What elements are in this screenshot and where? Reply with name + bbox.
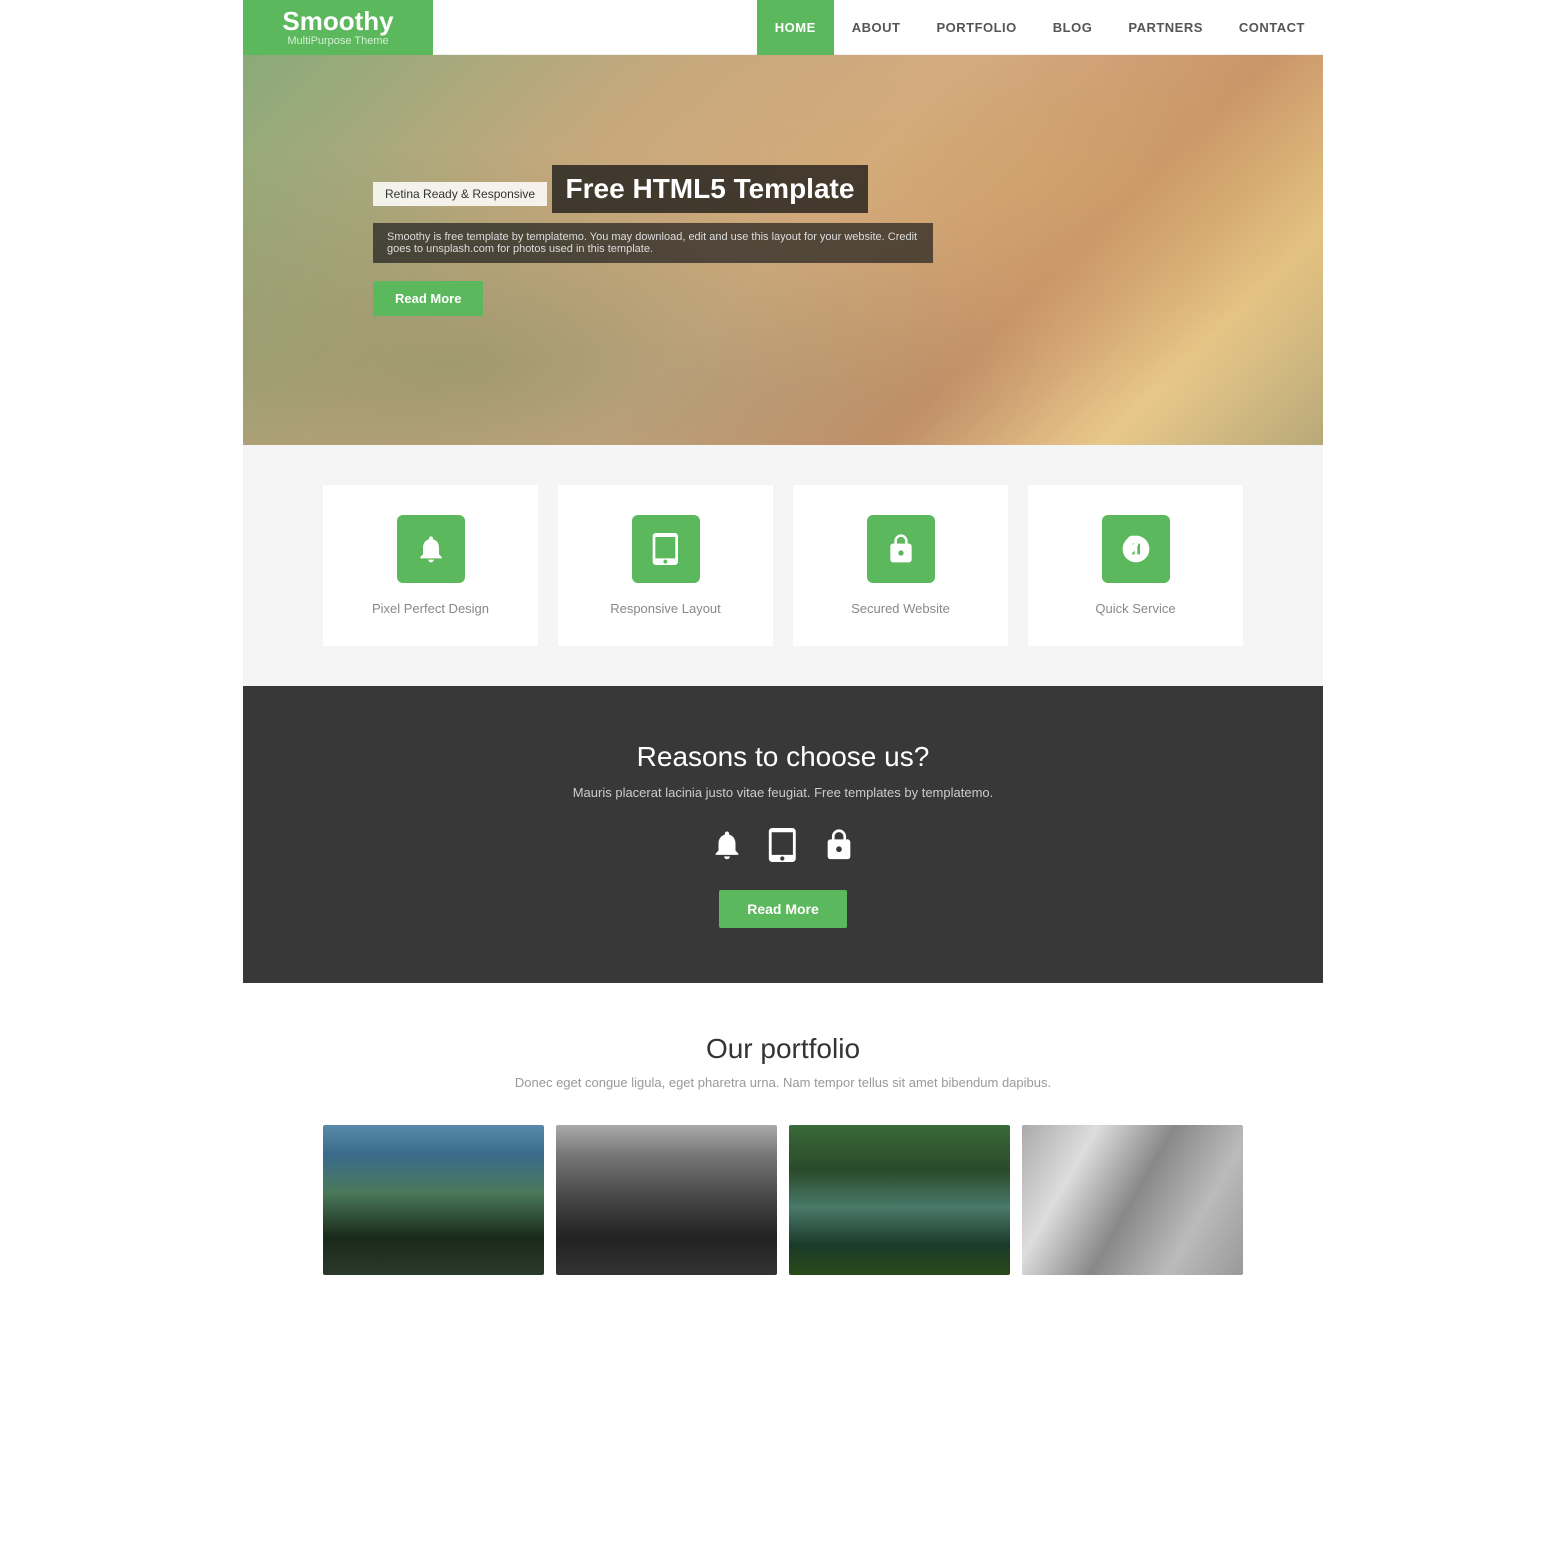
reasons-title: Reasons to choose us?: [283, 741, 1283, 773]
reasons-lock-icon: [822, 828, 856, 862]
reasons-section: Reasons to choose us? Mauris placerat la…: [243, 686, 1323, 983]
hero-badge: Retina Ready & Responsive: [373, 182, 547, 206]
rocket-icon: [1120, 533, 1152, 565]
nav-portfolio[interactable]: PORTFOLIO: [918, 0, 1034, 55]
reasons-icons: [283, 828, 1283, 862]
feature-secured: Secured Website: [793, 485, 1008, 646]
bell-icon: [415, 533, 447, 565]
main-nav: HOME ABOUT PORTFOLIO BLOG PARTNERS CONTA…: [757, 0, 1323, 55]
portfolio-section: Our portfolio Donec eget congue ligula, …: [243, 983, 1323, 1335]
logo[interactable]: Smoothy MultiPurpose Theme: [243, 0, 433, 55]
portfolio-description: Donec eget congue ligula, eget pharetra …: [323, 1075, 1243, 1090]
portfolio-item-2[interactable]: [556, 1125, 777, 1275]
feature-tablet-icon-box: [632, 515, 700, 583]
reasons-bell-icon: [710, 828, 744, 862]
logo-title: Smoothy: [282, 7, 393, 36]
nav-about[interactable]: ABOUT: [834, 0, 919, 55]
portfolio-image-3: [789, 1125, 1010, 1275]
logo-subtitle: MultiPurpose Theme: [287, 35, 388, 47]
portfolio-title: Our portfolio: [323, 1033, 1243, 1065]
reasons-tablet-icon: [766, 828, 800, 862]
feature-pixel-label: Pixel Perfect Design: [372, 601, 489, 616]
portfolio-image-1: [323, 1125, 544, 1275]
feature-responsive: Responsive Layout: [558, 485, 773, 646]
portfolio-item-3[interactable]: [789, 1125, 1010, 1275]
tablet-icon: [650, 533, 682, 565]
lock-icon: [885, 533, 917, 565]
feature-quick-label: Quick Service: [1095, 601, 1175, 616]
feature-responsive-label: Responsive Layout: [610, 601, 721, 616]
reasons-description: Mauris placerat lacinia justo vitae feug…: [283, 785, 1283, 800]
feature-pixel-perfect: Pixel Perfect Design: [323, 485, 538, 646]
hero-section: Retina Ready & Responsive Free HTML5 Tem…: [243, 55, 1323, 445]
header: Smoothy MultiPurpose Theme HOME ABOUT PO…: [243, 0, 1323, 55]
hero-description: Smoothy is free template by templatemo. …: [373, 223, 933, 263]
hero-read-more-button[interactable]: Read More: [373, 281, 483, 316]
reasons-read-more-button[interactable]: Read More: [719, 890, 847, 928]
feature-lock-icon-box: [867, 515, 935, 583]
portfolio-item-1[interactable]: [323, 1125, 544, 1275]
portfolio-grid: [323, 1125, 1243, 1275]
features-section: Pixel Perfect Design Responsive Layout S…: [243, 445, 1323, 686]
feature-quick-service: Quick Service: [1028, 485, 1243, 646]
hero-title: Free HTML5 Template: [552, 165, 869, 213]
portfolio-image-2: [556, 1125, 777, 1275]
portfolio-item-4[interactable]: [1022, 1125, 1243, 1275]
feature-bell-icon-box: [397, 515, 465, 583]
nav-home[interactable]: HOME: [757, 0, 834, 55]
nav-partners[interactable]: PARTNERS: [1110, 0, 1221, 55]
nav-contact[interactable]: CONTACT: [1221, 0, 1323, 55]
hero-content: Retina Ready & Responsive Free HTML5 Tem…: [373, 165, 933, 316]
feature-secured-label: Secured Website: [851, 601, 950, 616]
nav-blog[interactable]: BLOG: [1035, 0, 1111, 55]
feature-rocket-icon-box: [1102, 515, 1170, 583]
portfolio-image-4: [1022, 1125, 1243, 1275]
